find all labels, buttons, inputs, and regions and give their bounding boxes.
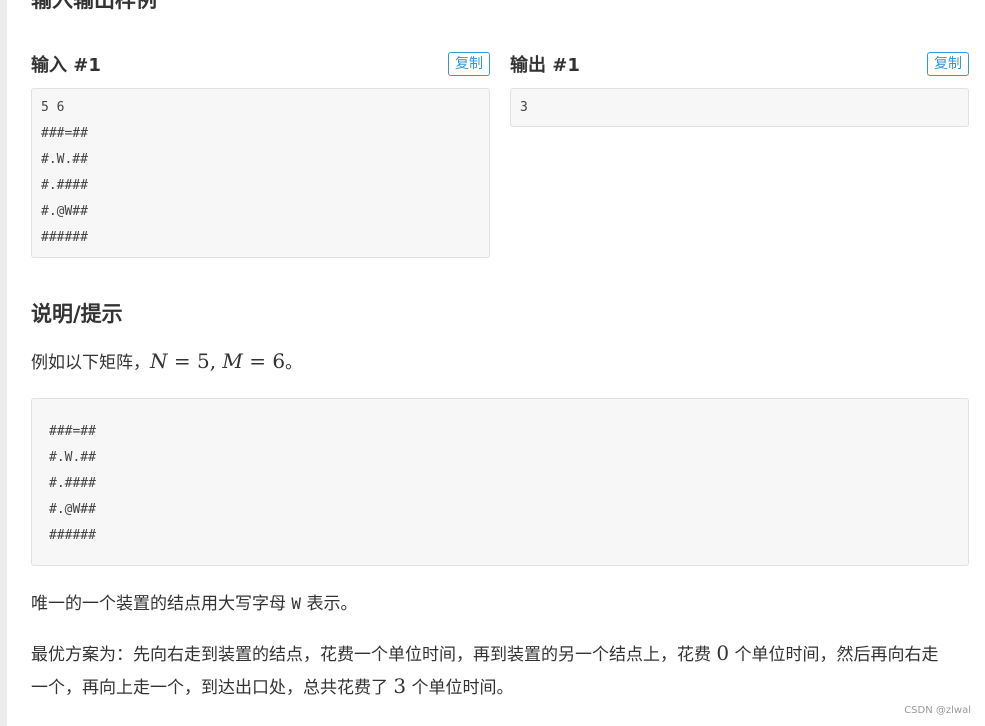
code-line: #.@W## — [41, 204, 88, 219]
math-eq-1: = 5, — [167, 349, 223, 373]
math-num-0: 0 — [716, 641, 730, 665]
code-line: ###### — [49, 528, 96, 543]
intro-prefix: 例如以下矩阵， — [31, 353, 150, 373]
p3-part-1: 最优方案为：先向右走到装置的结点，花费一个单位时间，再到装置的另一个结点上，花费 — [31, 645, 717, 665]
hint-title: 说明/提示 — [31, 302, 123, 326]
section-title: 输入输出样例 — [31, 0, 157, 12]
inline-code-w: W — [291, 594, 302, 613]
copy-input-button[interactable]: 复制 — [448, 52, 490, 76]
input-sample-code[interactable]: 5 6 ###=## #.W.## #.#### #.@W## ###### — [31, 88, 490, 258]
code-line: ###### — [41, 230, 88, 245]
code-line: #.#### — [49, 476, 96, 491]
output-sample-header: 输出 #1 复制 — [510, 50, 969, 78]
output-sample-label: 输出 #1 — [510, 55, 580, 76]
intro-math: N = 5, M = 6 — [150, 349, 285, 373]
math-num-3: 3 — [393, 674, 407, 698]
left-border-rule — [0, 0, 7, 726]
input-sample-header: 输入 #1 复制 — [31, 50, 490, 78]
p2-suffix: 表示。 — [301, 594, 358, 614]
intro-suffix: 。 — [285, 353, 303, 373]
output-sample-code[interactable]: 3 — [510, 88, 969, 127]
code-line: #.W.## — [41, 152, 88, 167]
copy-output-button[interactable]: 复制 — [927, 52, 969, 76]
input-sample-label: 输入 #1 — [31, 55, 101, 76]
matrix-code-block[interactable]: ###=## #.W.## #.#### #.@W## ###### — [31, 398, 969, 566]
math-eq-2: = 6 — [242, 349, 286, 373]
p3-part-3: 个单位时间。 — [406, 678, 514, 698]
code-line: #.#### — [41, 178, 88, 193]
watermark: CSDN @zlwal — [904, 705, 971, 716]
node-description-paragraph: 唯一的一个装置的结点用大写字母 W 表示。 — [31, 588, 357, 620]
code-line: #.@W## — [49, 502, 96, 517]
code-line: 3 — [520, 100, 528, 115]
code-line: ###=## — [49, 424, 96, 439]
code-line: #.W.## — [49, 450, 96, 465]
p2-prefix: 唯一的一个装置的结点用大写字母 — [31, 594, 292, 614]
code-line: ###=## — [41, 126, 88, 141]
math-var-m: M — [222, 349, 243, 373]
solution-paragraph: 最优方案为：先向右走到装置的结点，花费一个单位时间，再到装置的另一个结点上，花费… — [31, 638, 951, 704]
math-var-n: N — [150, 349, 168, 373]
code-line: 5 6 — [41, 100, 65, 115]
hint-intro-paragraph: 例如以下矩阵，N = 5, M = 6。 — [31, 346, 302, 379]
